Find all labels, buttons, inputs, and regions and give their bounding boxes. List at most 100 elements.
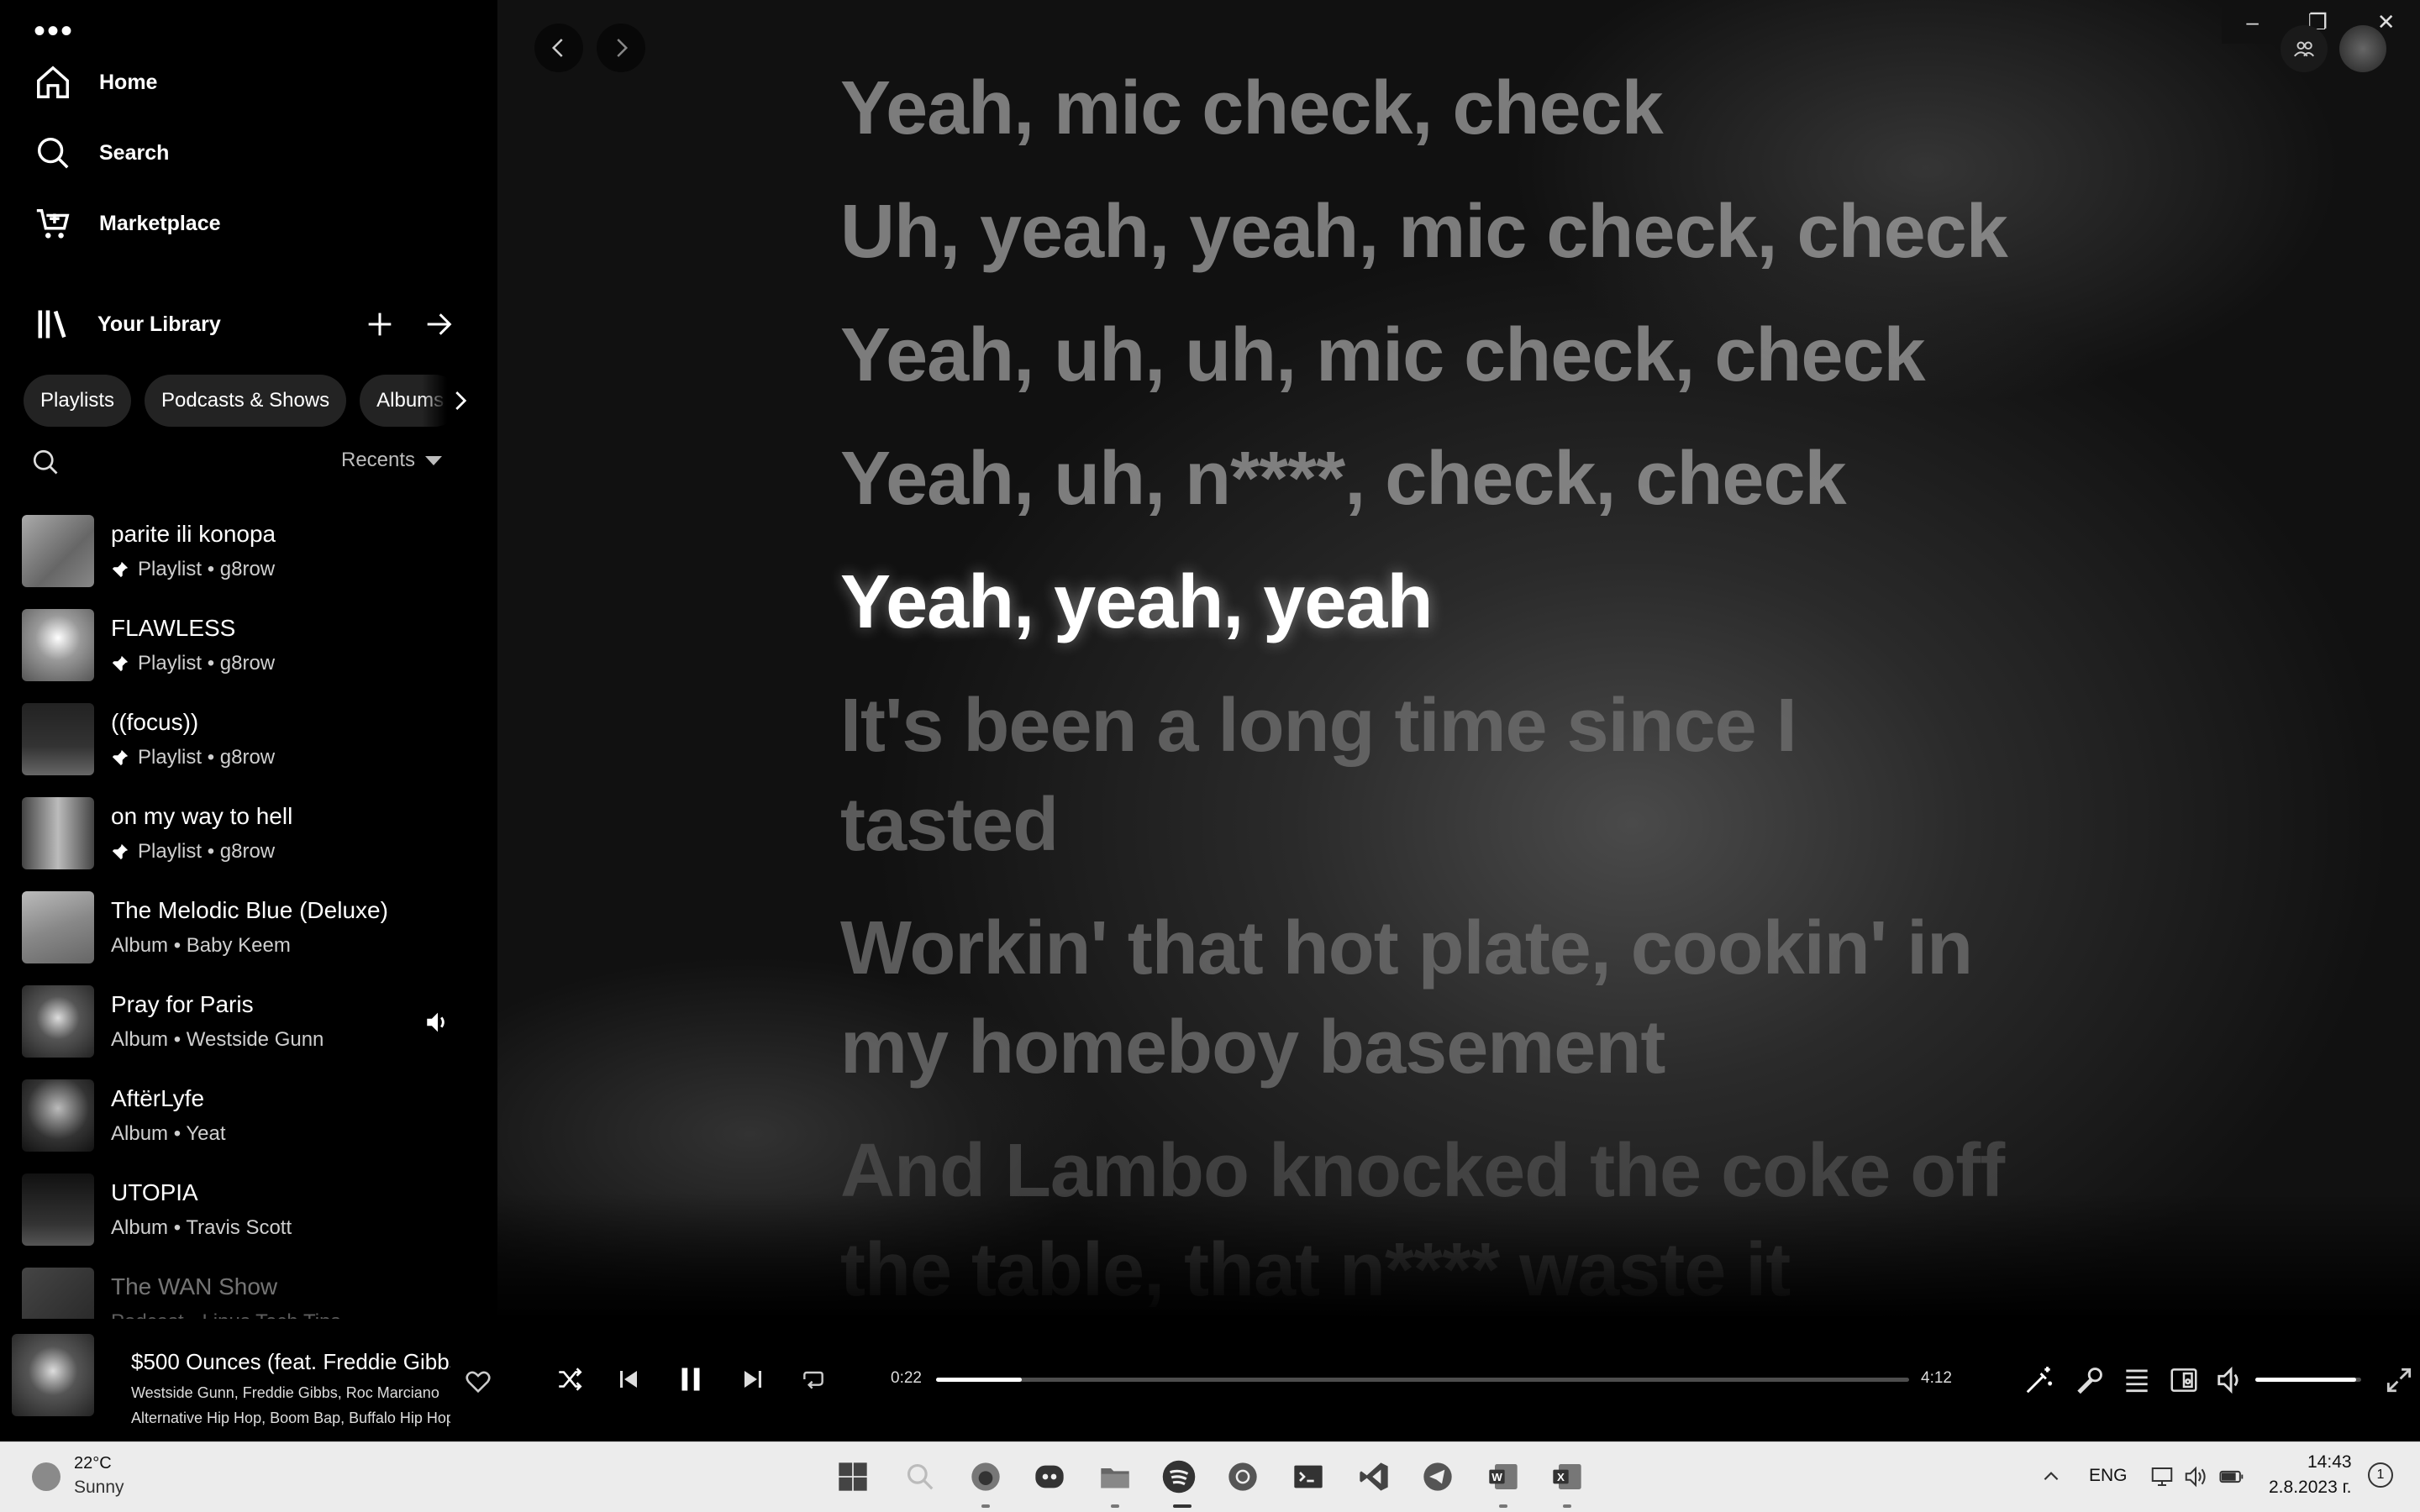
- lyric-line[interactable]: Workin' that hot plate, cookin' in my ho…: [840, 899, 2067, 1097]
- pin-icon: [112, 843, 129, 860]
- magic-wand-icon[interactable]: [2023, 1364, 2055, 1396]
- vscode-icon[interactable]: [1355, 1457, 1393, 1496]
- start-icon[interactable]: [834, 1457, 872, 1496]
- shuffle-button[interactable]: [553, 1362, 587, 1396]
- weather-temperature[interactable]: 22°C: [74, 1454, 112, 1473]
- nav-home[interactable]: Home: [34, 57, 157, 108]
- library-title: Your Library: [97, 312, 221, 336]
- clock-date[interactable]: 2.8.2023 г.: [2269, 1478, 2352, 1498]
- friend-activity-button[interactable]: [2281, 25, 2328, 72]
- lyric-line[interactable]: Yeah, mic check, check: [840, 59, 2151, 158]
- queue-icon[interactable]: [2121, 1364, 2153, 1396]
- progress-bar[interactable]: [936, 1378, 1909, 1382]
- lyric-line[interactable]: Uh, yeah, yeah, mic check, check: [840, 182, 2151, 281]
- discord-icon[interactable]: [1030, 1457, 1069, 1496]
- next-button[interactable]: [736, 1362, 770, 1396]
- nav-marketplace[interactable]: Marketplace: [34, 198, 221, 249]
- list-item[interactable]: ((focus)) Playlist • g8row: [0, 692, 497, 786]
- cover-thumbnail: [22, 1079, 94, 1152]
- volume-fill: [2255, 1378, 2356, 1382]
- clock-time[interactable]: 14:43: [2307, 1452, 2352, 1473]
- close-button[interactable]: ✕: [2377, 9, 2396, 35]
- lyric-line-active[interactable]: Yeah, yeah, yeah: [840, 553, 2151, 652]
- pin-icon: [112, 749, 129, 766]
- speaker-icon[interactable]: [2183, 1464, 2208, 1489]
- menu-dots-button[interactable]: •••: [34, 14, 74, 48]
- add-icon[interactable]: [363, 307, 397, 341]
- pin-icon: [112, 561, 129, 578]
- chevron-right-icon: [455, 391, 467, 410]
- chip-playlists[interactable]: Playlists: [24, 375, 132, 427]
- lyrics-view: Yeah, mic check, check Uh, yeah, yeah, m…: [497, 0, 2420, 1319]
- chevron-up-icon[interactable]: [2040, 1466, 2062, 1488]
- heart-icon[interactable]: [464, 1368, 492, 1396]
- battery-icon[interactable]: [2218, 1464, 2245, 1489]
- list-item[interactable]: The WAN Show Podcast • Linus Tech Tips: [0, 1257, 497, 1319]
- avatar[interactable]: [2339, 25, 2386, 72]
- item-subtitle: Album • Travis Scott: [111, 1216, 292, 1239]
- lyric-line[interactable]: Yeah, uh, n****, check, check: [840, 429, 2151, 528]
- lyric-line[interactable]: Yeah, uh, uh, mic check, check: [840, 306, 2151, 405]
- forward-button[interactable]: [597, 24, 645, 72]
- list-item[interactable]: parite ili konopa Playlist • g8row: [0, 504, 497, 598]
- play-pause-button[interactable]: [674, 1362, 708, 1396]
- nav-search[interactable]: Search: [34, 128, 169, 178]
- now-playing-cover[interactable]: [12, 1334, 94, 1416]
- now-playing-artists[interactable]: Westside Gunn, Freddie Gibbs, Roc Marcia…: [131, 1384, 450, 1402]
- file-explorer-icon[interactable]: [1096, 1457, 1134, 1496]
- list-item[interactable]: AftërLyfe Album • Yeat: [0, 1068, 497, 1163]
- minimize-button[interactable]: –: [2246, 9, 2258, 35]
- input-language[interactable]: ENG: [2089, 1466, 2128, 1486]
- list-item[interactable]: UTOPIA Album • Travis Scott: [0, 1163, 497, 1257]
- search-icon[interactable]: [901, 1457, 939, 1496]
- network-icon[interactable]: [2149, 1464, 2175, 1489]
- list-item[interactable]: Pray for Paris Album • Westside Gunn: [0, 974, 497, 1068]
- weather-sun-icon[interactable]: [32, 1462, 60, 1491]
- item-subtitle: Playlist • g8row: [138, 840, 276, 863]
- item-title: AftërLyfe: [111, 1085, 205, 1111]
- spotify-icon[interactable]: [1160, 1457, 1198, 1496]
- item-subtitle: Album • Westside Gunn: [111, 1028, 324, 1051]
- chip-podcasts[interactable]: Podcasts & Shows: [145, 375, 347, 427]
- previous-button[interactable]: [612, 1362, 645, 1396]
- volume-icon[interactable]: [2215, 1364, 2247, 1396]
- list-item[interactable]: The Melodic Blue (Deluxe) Album • Baby K…: [0, 880, 497, 974]
- chrome-icon[interactable]: [1223, 1457, 1262, 1496]
- cart-icon: [36, 208, 70, 239]
- library-header[interactable]: Your Library: [34, 301, 471, 348]
- search-icon: [37, 137, 69, 169]
- cover-thumbnail: [22, 515, 94, 587]
- skip-forward-icon: [744, 1371, 761, 1388]
- firefox-icon[interactable]: [966, 1457, 1005, 1496]
- telegram-icon[interactable]: [1418, 1457, 1457, 1496]
- lyric-line[interactable]: It's been a long time since I tasted: [840, 676, 1865, 874]
- shuffle-icon: [559, 1368, 582, 1391]
- library-icon: [38, 310, 66, 339]
- notification-badge[interactable]: 1: [2368, 1462, 2393, 1488]
- library-search-icon[interactable]: [30, 447, 60, 477]
- fullscreen-icon[interactable]: [2383, 1364, 2415, 1396]
- sort-dropdown[interactable]: Recents: [341, 449, 443, 472]
- item-subtitle: Playlist • g8row: [138, 558, 276, 580]
- lyrics-bottom-fade: [497, 1193, 2420, 1319]
- now-playing-title[interactable]: $500 Ounces (feat. Freddie Gibbs & Roc M…: [131, 1349, 450, 1375]
- cover-thumbnail: [22, 1173, 94, 1246]
- microphone-icon[interactable]: [2074, 1364, 2106, 1396]
- repeat-button[interactable]: [797, 1362, 830, 1396]
- word-icon[interactable]: W: [1484, 1457, 1523, 1496]
- back-button[interactable]: [534, 24, 583, 72]
- item-title: ((focus)): [111, 709, 199, 735]
- connect-device-icon[interactable]: [2168, 1364, 2200, 1396]
- volume-slider[interactable]: [2255, 1378, 2361, 1382]
- terminal-icon[interactable]: [1289, 1457, 1328, 1496]
- list-item[interactable]: FLAWLESS Playlist • g8row: [0, 598, 497, 692]
- expand-arrow-icon[interactable]: [422, 307, 455, 341]
- weather-condition[interactable]: Sunny: [74, 1478, 124, 1498]
- caret-down-icon: [425, 455, 443, 465]
- lyrics-container: Yeah, mic check, check Uh, yeah, yeah, m…: [840, 59, 2151, 1319]
- item-title: FLAWLESS: [111, 615, 236, 641]
- excel-icon[interactable]: X: [1548, 1457, 1586, 1496]
- list-item[interactable]: on my way to hell Playlist • g8row: [0, 786, 497, 880]
- library-filter-chips: Playlists Podcasts & Shows Albums: [24, 375, 460, 427]
- chips-scroll-right[interactable]: [422, 375, 472, 427]
